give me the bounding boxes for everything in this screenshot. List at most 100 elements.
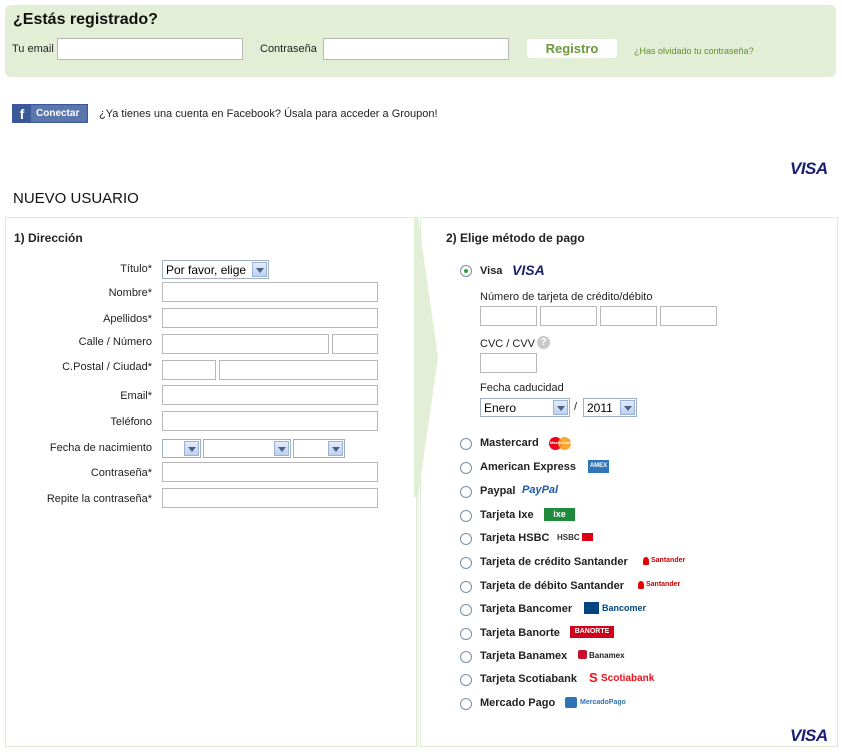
cvc-label: CVC / CVV xyxy=(480,338,536,350)
help-icon[interactable]: ? xyxy=(537,336,550,349)
postal-city-label: C.Postal / Ciudad* xyxy=(62,361,152,373)
repeat-password-label: Repite la contraseña* xyxy=(46,493,152,505)
expiry-label: Fecha caducidad xyxy=(480,382,564,394)
repeat-password-input[interactable] xyxy=(162,488,378,508)
mastercard-logo: MasterCard xyxy=(549,437,573,450)
method-label-santander-debit: Tarjeta de débito Santander xyxy=(480,580,625,592)
mercadopago-logo: MercadoPago xyxy=(580,699,626,706)
card-number-input-2[interactable] xyxy=(540,306,597,326)
radio-paypal[interactable] xyxy=(460,486,472,498)
name-label: Nombre* xyxy=(108,287,152,299)
title-label: Título* xyxy=(120,263,152,275)
banamex-icon xyxy=(578,650,587,659)
bbva-icon xyxy=(584,602,599,614)
method-label-mercadopago: Mercado Pago xyxy=(480,697,556,709)
santander-debit-logo: Santander xyxy=(646,581,681,588)
login-password-input[interactable] xyxy=(323,38,509,60)
login-email-label: Tu email xyxy=(12,43,54,55)
card-number-label: Número de tarjeta de crédito/débito xyxy=(480,291,653,303)
facebook-connect-label: Conectar xyxy=(36,108,80,119)
card-number-input-4[interactable] xyxy=(660,306,717,326)
name-input[interactable] xyxy=(162,282,378,302)
forgot-password-link[interactable]: ¿Has olvidado tu contraseña? xyxy=(634,46,754,56)
password-input[interactable] xyxy=(162,462,378,482)
radio-santander-credit[interactable] xyxy=(460,557,472,569)
birth-year-select[interactable] xyxy=(293,439,345,458)
method-label-amex: American Express xyxy=(480,461,576,473)
street-input[interactable] xyxy=(162,334,329,354)
expiry-month-select[interactable]: Enero xyxy=(480,398,570,417)
method-label-santander-credit: Tarjeta de crédito Santander xyxy=(480,556,628,568)
postal-code-input[interactable] xyxy=(162,360,216,380)
scotiabank-logo: Scotiabank xyxy=(601,673,655,684)
visa-option-label: Visa xyxy=(480,265,503,277)
radio-santander-debit[interactable] xyxy=(460,581,472,593)
amex-logo: AMEX xyxy=(588,460,609,473)
method-label-bancomer: Tarjeta Bancomer xyxy=(480,603,573,615)
login-title: ¿Estás registrado? xyxy=(13,11,158,28)
radio-mercadopago[interactable] xyxy=(460,698,472,710)
login-password-label: Contraseña xyxy=(260,43,317,55)
method-label-mastercard: Mastercard xyxy=(480,437,539,449)
chevron-down-icon xyxy=(553,400,568,415)
chevron-down-icon xyxy=(328,441,343,456)
address-heading: 1) Dirección xyxy=(14,231,83,245)
radio-visa[interactable] xyxy=(460,265,472,277)
title-select[interactable]: Por favor, elige xyxy=(162,260,269,279)
login-email-input[interactable] xyxy=(57,38,243,60)
visa-logo-bottom: VISA xyxy=(790,726,828,745)
chevron-down-icon xyxy=(252,262,267,277)
lastname-input[interactable] xyxy=(162,308,378,328)
cvc-input[interactable] xyxy=(480,353,537,373)
step-arrow-divider xyxy=(414,217,438,747)
method-label-banamex: Tarjeta Banamex xyxy=(480,650,568,662)
method-label-ixe: Tarjeta Ixe xyxy=(480,509,534,521)
mastercard-logo-text: MasterCard xyxy=(550,440,573,445)
radio-banamex[interactable] xyxy=(460,651,472,663)
email-label: Email* xyxy=(120,390,152,402)
title-select-value: Por favor, elige xyxy=(166,263,247,277)
facebook-message: ¿Ya tienes una cuenta en Facebook? Úsala… xyxy=(99,108,438,120)
radio-amex[interactable] xyxy=(460,462,472,474)
chevron-down-icon xyxy=(620,400,635,415)
chevron-down-icon xyxy=(184,441,199,456)
visa-logo-top: VISA xyxy=(790,159,828,178)
expiry-slash: / xyxy=(574,401,578,413)
birthdate-label: Fecha de nacimiento xyxy=(49,442,152,454)
expiry-year-select[interactable]: 2011 xyxy=(583,398,637,417)
radio-bancomer[interactable] xyxy=(460,604,472,616)
phone-label: Teléfono xyxy=(110,416,152,428)
radio-scotiabank[interactable] xyxy=(460,674,472,686)
phone-input[interactable] xyxy=(162,411,378,431)
radio-mastercard[interactable] xyxy=(460,438,472,450)
mercadopago-icon xyxy=(565,697,577,708)
lastname-label: Apellidos* xyxy=(103,313,152,325)
hsbc-hexagon-icon xyxy=(582,533,593,541)
radio-hsbc[interactable] xyxy=(460,533,472,545)
card-number-input-3[interactable] xyxy=(600,306,657,326)
radio-banorte[interactable] xyxy=(460,628,472,640)
bancomer-logo: Bancomer xyxy=(602,603,647,613)
scotiabank-s-icon: S xyxy=(589,670,598,685)
banamex-logo: Banamex xyxy=(589,651,625,660)
visa-logo: VISA xyxy=(512,262,545,278)
email-input[interactable] xyxy=(162,385,378,405)
radio-ixe[interactable] xyxy=(460,510,472,522)
register-button[interactable]: Registro xyxy=(527,39,617,58)
facebook-connect-button[interactable]: f Conectar xyxy=(12,104,88,123)
expiry-year-value: 2011 xyxy=(587,401,613,415)
chevron-down-icon xyxy=(274,441,289,456)
card-number-input-1[interactable] xyxy=(480,306,537,326)
number-input[interactable] xyxy=(332,334,378,354)
hsbc-logo: HSBC xyxy=(557,533,580,542)
expiry-month-value: Enero xyxy=(484,401,517,415)
method-label-hsbc: Tarjeta HSBC xyxy=(480,532,550,544)
city-input[interactable] xyxy=(219,360,378,380)
new-user-heading: NUEVO USUARIO xyxy=(13,190,139,207)
paypal-logo: PayPal xyxy=(522,484,559,496)
method-label-banorte: Tarjeta Banorte xyxy=(480,627,560,639)
santander-flame-icon xyxy=(643,557,649,565)
method-label-scotiabank: Tarjeta Scotiabank xyxy=(480,673,577,685)
birth-month-select[interactable] xyxy=(203,439,291,458)
birth-day-select[interactable] xyxy=(162,439,201,458)
